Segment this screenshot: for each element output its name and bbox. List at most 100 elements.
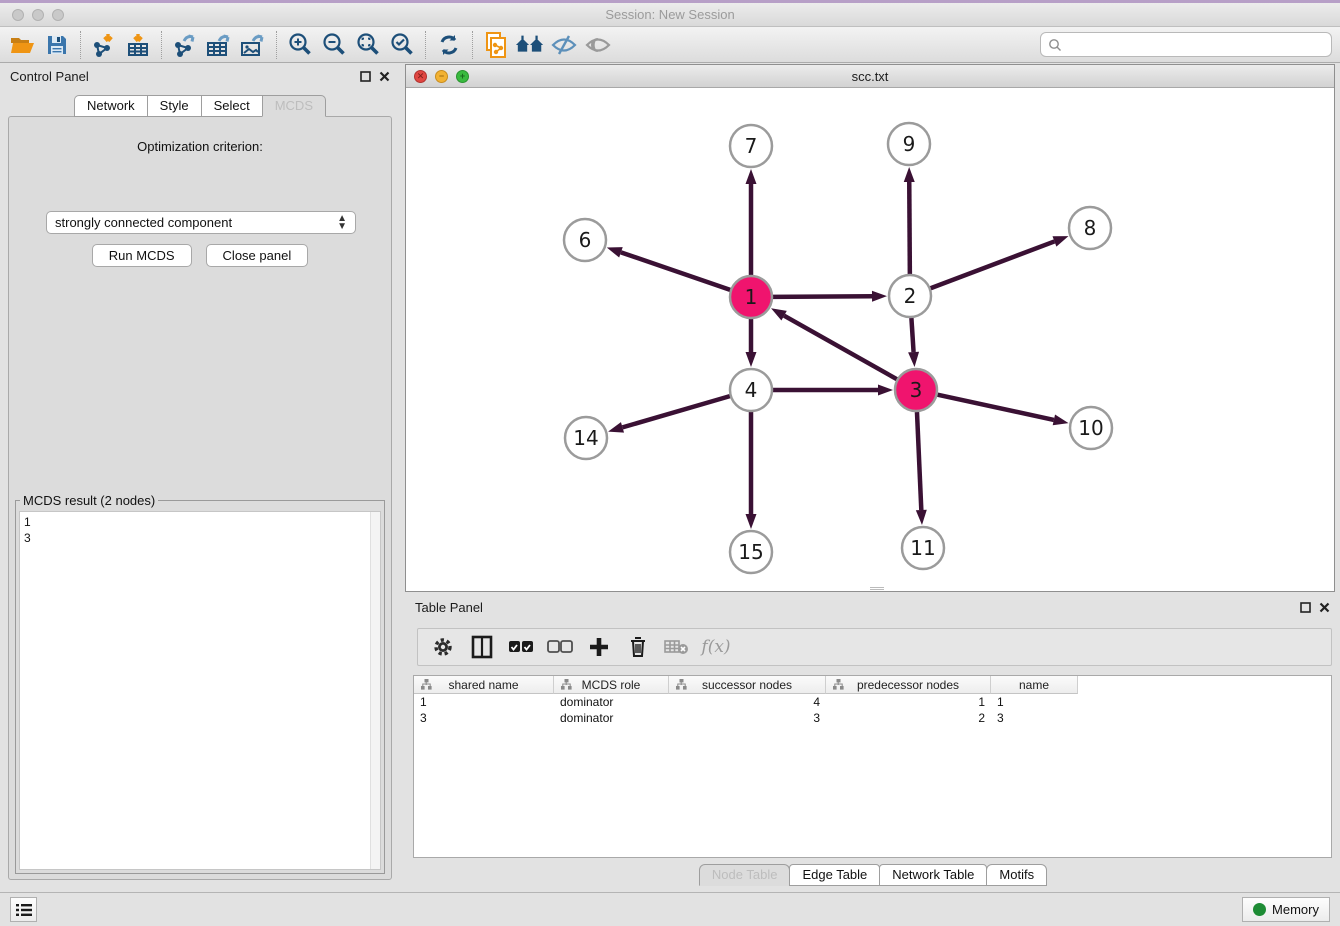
cell-predecessor-nodes[interactable]: 1 (826, 694, 991, 710)
zoom-in-icon (287, 32, 313, 58)
first-neighbors-button[interactable] (481, 30, 511, 60)
delete-table-icon (664, 638, 690, 656)
edge-3-11[interactable] (917, 412, 921, 510)
import-network-button[interactable] (89, 30, 119, 60)
close-panel-icon[interactable] (1319, 602, 1330, 613)
cell-successor-nodes[interactable]: 4 (669, 694, 826, 710)
run-mcds-button[interactable]: Run MCDS (92, 244, 192, 267)
zoom-fit-button[interactable] (353, 30, 383, 60)
zoom-fit-icon (355, 32, 381, 58)
result-scrollbar[interactable] (370, 512, 380, 869)
show-panels-button[interactable] (583, 30, 613, 60)
cell-mcds-role[interactable]: dominator (554, 694, 669, 710)
edge-2-9[interactable] (909, 182, 910, 274)
zoom-selected-icon (389, 32, 415, 58)
table-toolbar: f(x) (417, 628, 1332, 666)
column-type-icon (421, 679, 432, 690)
close-panel-icon[interactable] (379, 71, 390, 82)
search-input[interactable] (1067, 35, 1331, 55)
column-header-name[interactable]: name (991, 676, 1078, 694)
mcds-result-title: MCDS result (2 nodes) (20, 493, 158, 508)
show-columns-button[interactable] (465, 631, 499, 663)
toolbar-separator (425, 31, 426, 59)
result-line: 3 (24, 530, 376, 546)
table-row[interactable]: 1 dominator 4 1 1 (414, 694, 1331, 710)
add-column-button[interactable] (582, 631, 616, 663)
edge-1-2[interactable] (773, 296, 872, 297)
refresh-button[interactable] (434, 30, 464, 60)
task-history-button[interactable] (10, 897, 37, 922)
zoom-in-button[interactable] (285, 30, 315, 60)
canvas-resize-handle[interactable] (870, 587, 884, 590)
column-header-shared-name[interactable]: shared name (414, 676, 554, 694)
tab-network[interactable]: Network (74, 95, 147, 117)
dropdown-stepper-icon: ▲▼ (337, 215, 347, 231)
import-table-button[interactable] (123, 30, 153, 60)
open-session-icon (10, 34, 36, 56)
show-columns-icon (471, 635, 493, 659)
network-graph[interactable]: 7968124314101511 (406, 88, 1334, 591)
export-network-button[interactable] (170, 30, 200, 60)
column-header-successor-nodes[interactable]: successor nodes (669, 676, 826, 694)
edge-4-14[interactable] (622, 396, 729, 427)
close-panel-button[interactable]: Close panel (206, 244, 309, 267)
delete-button[interactable] (621, 631, 655, 663)
mcds-tab-content: Optimization criterion: strongly connect… (8, 116, 392, 880)
cell-shared-name[interactable]: 1 (414, 694, 554, 710)
tab-edge-table[interactable]: Edge Table (789, 864, 880, 886)
cell-successor-nodes[interactable]: 3 (669, 710, 826, 726)
cell-shared-name[interactable]: 3 (414, 710, 554, 726)
edge-1-6[interactable] (621, 252, 730, 290)
node-table: shared name MCDS role successor nodes pr… (413, 675, 1332, 858)
memory-button[interactable]: Memory (1242, 897, 1330, 922)
main-toolbar (0, 27, 1340, 63)
memory-label: Memory (1272, 902, 1319, 917)
network-window-titlebar[interactable]: ✕ − + scc.txt (406, 65, 1334, 88)
open-session-button[interactable] (8, 30, 38, 60)
cell-name[interactable]: 1 (991, 694, 1078, 710)
export-image-button[interactable] (238, 30, 268, 60)
save-session-button[interactable] (42, 30, 72, 60)
cell-name[interactable]: 3 (991, 710, 1078, 726)
network-canvas[interactable]: 7968124314101511 (406, 88, 1334, 591)
select-all-button[interactable] (504, 631, 538, 663)
gear-button[interactable] (426, 631, 460, 663)
toolbar-separator (276, 31, 277, 59)
export-image-icon (239, 32, 267, 58)
deselect-all-button[interactable] (543, 631, 577, 663)
edge-arrowhead (904, 167, 915, 182)
zoom-out-button[interactable] (319, 30, 349, 60)
tab-node-table[interactable]: Node Table (699, 864, 791, 886)
column-header-mcds-role[interactable]: MCDS role (554, 676, 669, 694)
delete-table-button[interactable] (660, 631, 694, 663)
export-table-button[interactable] (204, 30, 234, 60)
tab-network-table[interactable]: Network Table (879, 864, 987, 886)
hide-panels-button[interactable] (549, 30, 579, 60)
cell-mcds-role[interactable]: dominator (554, 710, 669, 726)
graph-node-label: 15 (738, 540, 763, 564)
float-panel-icon[interactable] (360, 71, 371, 82)
edge-2-3[interactable] (911, 318, 913, 352)
column-header-predecessor-nodes[interactable]: predecessor nodes (826, 676, 991, 694)
function-builder-button[interactable]: f(x) (699, 631, 733, 663)
cell-predecessor-nodes[interactable]: 2 (826, 710, 991, 726)
graph-node-label: 4 (745, 378, 758, 402)
search-field[interactable] (1040, 32, 1332, 57)
hide-panels-icon (550, 33, 578, 57)
table-row[interactable]: 3 dominator 3 2 3 (414, 710, 1331, 726)
tab-motifs[interactable]: Motifs (986, 864, 1047, 886)
function-builder-icon: f(x) (701, 637, 730, 657)
edge-3-10[interactable] (937, 395, 1053, 420)
home-button[interactable] (515, 30, 545, 60)
toolbar-separator (80, 31, 81, 59)
criterion-dropdown[interactable]: strongly connected component ▲▼ (46, 211, 356, 234)
edge-3-1[interactable] (784, 316, 897, 380)
tab-style[interactable]: Style (147, 95, 201, 117)
zoom-selected-button[interactable] (387, 30, 417, 60)
tab-select[interactable]: Select (201, 95, 262, 117)
float-panel-icon[interactable] (1300, 602, 1311, 613)
edge-2-8[interactable] (931, 241, 1055, 288)
deselect-all-icon (547, 640, 573, 654)
tab-mcds[interactable]: MCDS (262, 95, 326, 117)
mcds-result-textarea[interactable]: 1 3 (19, 511, 381, 870)
